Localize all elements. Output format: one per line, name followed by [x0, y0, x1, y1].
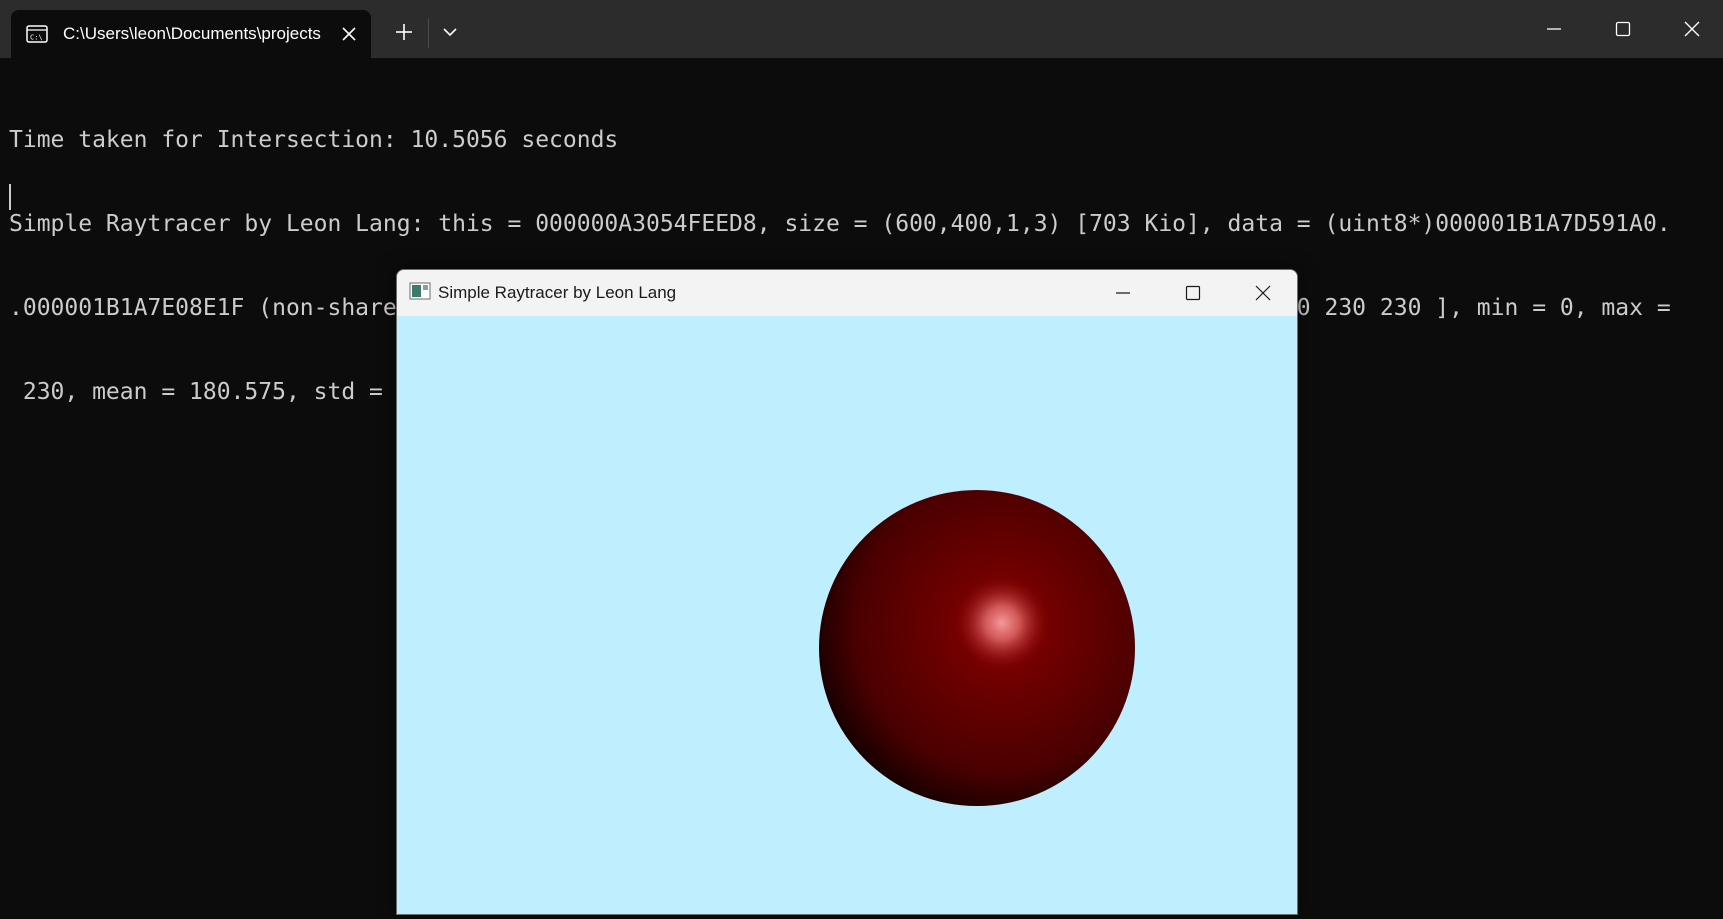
maximize-icon	[1185, 285, 1201, 301]
maximize-button[interactable]	[1589, 0, 1657, 58]
svg-text:C:\: C:\	[30, 34, 43, 42]
terminal-line: Simple Raytracer by Leon Lang: this = 00…	[9, 211, 1671, 237]
raytracer-titlebar[interactable]: Simple Raytracer by Leon Lang	[397, 270, 1297, 316]
terminal-tab[interactable]: C:\ C:\Users\leon\Documents\projects	[11, 10, 371, 58]
app-window-icon	[409, 282, 431, 300]
tab-close-icon[interactable]	[337, 22, 361, 46]
chevron-down-icon[interactable]	[440, 22, 460, 42]
close-button[interactable]	[1658, 0, 1723, 58]
maximize-icon	[1615, 21, 1631, 37]
close-icon	[1255, 285, 1271, 301]
raytracer-minimize-button[interactable]	[1088, 270, 1158, 316]
new-tab-plus-icon[interactable]	[392, 20, 416, 44]
tab-separator	[428, 18, 429, 48]
raytracer-window[interactable]: Simple Raytracer by Leon Lang	[396, 269, 1298, 915]
terminal-icon: C:\	[26, 25, 48, 43]
minimize-icon	[1547, 28, 1561, 30]
terminal-line: Time taken for Intersection: 10.5056 sec…	[9, 127, 619, 153]
minimize-button[interactable]	[1520, 0, 1588, 58]
specular-highlight	[954, 575, 1050, 671]
tab-title: C:\Users\leon\Documents\projects	[63, 24, 321, 43]
raytracer-close-button[interactable]	[1228, 270, 1297, 316]
raytracer-title: Simple Raytracer by Leon Lang	[438, 283, 677, 302]
terminal-titlebar: C:\ C:\Users\leon\Documents\projects	[0, 0, 1723, 58]
text-cursor	[9, 184, 11, 210]
minimize-icon	[1116, 292, 1130, 294]
raytracer-maximize-button[interactable]	[1158, 270, 1228, 316]
render-canvas	[397, 316, 1297, 914]
close-icon	[1684, 21, 1700, 37]
